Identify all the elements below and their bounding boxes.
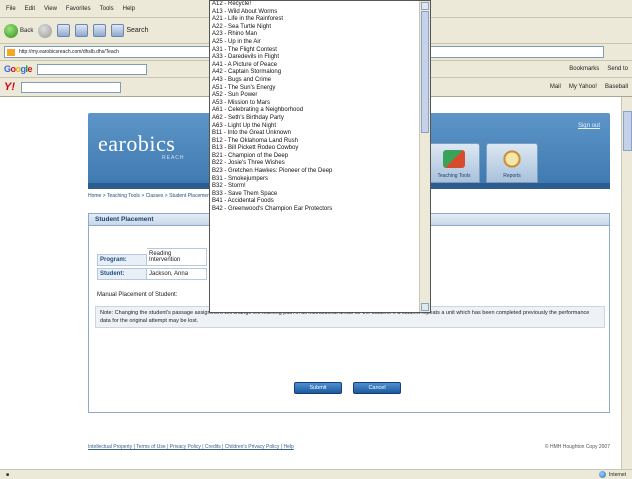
sign-out-link[interactable]: Sign out [578, 123, 600, 129]
dropdown-option[interactable]: A31 - The Flight Contest [210, 47, 421, 55]
back-button[interactable]: Back [4, 23, 34, 38]
logo-subtitle: REACH [162, 155, 185, 161]
dropdown-option[interactable]: B32 - Storm! [210, 183, 421, 191]
stop-icon[interactable] [57, 24, 71, 37]
bookmarks-button[interactable]: Bookmarks [569, 66, 599, 72]
forward-button[interactable] [38, 23, 53, 38]
footer-links[interactable]: Intellectual Property | Terms of Use | P… [88, 444, 294, 450]
status-zone: Internet [599, 471, 626, 478]
tab-teaching-tools-label: Teaching Tools [437, 173, 471, 179]
menu-file[interactable]: File [6, 6, 16, 12]
program-label: Program: [97, 254, 147, 266]
dropdown-option[interactable]: A52 - Sun Power [210, 92, 421, 100]
dropdown-option[interactable]: B12 - The Oklahoma Land Rush [210, 138, 421, 146]
tab-teaching-tools[interactable]: Teaching Tools [428, 143, 480, 183]
refresh-icon[interactable] [75, 24, 89, 37]
menu-tools[interactable]: Tools [100, 6, 114, 12]
back-label: Back [20, 27, 34, 34]
baseball-button[interactable]: Baseball [605, 84, 628, 90]
yahoo-logo: Y! [4, 81, 15, 93]
google-search-input[interactable] [37, 63, 148, 75]
student-value: Jackson, Anna [147, 268, 207, 280]
dropdown-option[interactable]: A42 - Captain Stormalong [210, 69, 421, 77]
dropdown-scrollbar-thumb[interactable] [421, 11, 429, 133]
dropdown-option[interactable]: A53 - Mission to Mars [210, 100, 421, 108]
home-icon[interactable] [93, 24, 107, 37]
scroll-down-icon[interactable] [421, 303, 429, 311]
dropdown-option[interactable]: A63 - Light Up the Night [210, 123, 421, 131]
my-yahoo-button[interactable]: My Yahoo! [569, 84, 597, 90]
tab-reports[interactable]: Reports [486, 143, 538, 183]
dropdown-option[interactable]: A33 - Daredevils in Flight [210, 54, 421, 62]
page-scrollbar-thumb[interactable] [623, 111, 632, 151]
search-button[interactable]: Search [111, 24, 149, 37]
send-to-button[interactable]: Send to [607, 66, 628, 72]
submit-button[interactable]: Submit [294, 382, 342, 394]
status-bar: ■ Internet [0, 469, 632, 479]
scroll-up-icon[interactable] [421, 2, 429, 10]
yahoo-search-input[interactable] [21, 81, 121, 93]
copyright-text: © HMH Houghton Copy 2007 [544, 444, 610, 450]
status-zone-label: Internet [609, 471, 626, 478]
dropdown-options: A12 - Recycle! A13 - Wild About Worms A21 … [210, 1, 421, 214]
dropdown-option[interactable]: B21 - Champion of the Deep [210, 153, 421, 161]
status-page-icon: ■ [6, 471, 10, 478]
dropdown-option[interactable]: B33 - Save Them Space [210, 191, 421, 199]
search-label: Search [126, 27, 149, 34]
dropdown-option[interactable]: B22 - Josie's Three Wishes [210, 160, 421, 168]
dropdown-option[interactable]: A25 - Up in the Air [210, 39, 421, 47]
back-arrow-icon [4, 23, 18, 38]
dropdown-option[interactable]: A13 - Wild About Worms [210, 9, 421, 17]
dropdown-option[interactable]: A61 - Celebrating a Neighborhood [210, 107, 421, 115]
program-value: Reading Intervention [147, 248, 207, 266]
dropdown-option[interactable]: A62 - Seth's Birthday Party [210, 115, 421, 123]
earobics-logo: earobics [98, 131, 176, 156]
search-icon [111, 24, 125, 37]
tab-reports-label: Reports [503, 173, 521, 179]
unit-select-dropdown[interactable]: A12 - Recycle! A13 - Wild About Worms A21 … [209, 0, 431, 313]
manual-placement-label: Manual Placement of Student: [97, 292, 178, 298]
dropdown-option[interactable]: B13 - Bill Pickett Rodeo Cowboy [210, 145, 421, 153]
teaching-tools-icon [443, 150, 465, 168]
student-row: Student: Jackson, Anna [97, 268, 207, 280]
dropdown-option[interactable]: B11 - Into the Great Unknown [210, 130, 421, 138]
internet-globe-icon [599, 471, 607, 478]
google-logo: Google [4, 64, 33, 74]
dropdown-option[interactable]: B23 - Gretchen Hawkes: Pioneer of the De… [210, 168, 421, 176]
dropdown-option[interactable]: A41 - A Picture of Peace [210, 62, 421, 70]
dropdown-option[interactable]: B31 - Smokejumpers [210, 176, 421, 184]
dropdown-option[interactable]: A23 - Rhino Man [210, 31, 421, 39]
program-row: Program:Reading Intervention [97, 248, 207, 266]
student-label: Student: [97, 268, 147, 280]
reports-icon [501, 150, 523, 168]
address-text: http://my.earobicsreach.com/dhslb.dhs/Te… [19, 49, 119, 55]
menu-help[interactable]: Help [123, 6, 135, 12]
dropdown-option[interactable]: A51 - The Sun's Energy [210, 85, 421, 93]
mail-button[interactable]: Mail [550, 84, 561, 90]
dropdown-scrollbar[interactable] [419, 1, 430, 312]
page-scrollbar[interactable] [621, 97, 632, 469]
menu-edit[interactable]: Edit [25, 6, 35, 12]
page-favicon-icon [7, 49, 15, 56]
dropdown-option[interactable]: A22 - Sea Turtle Night [210, 24, 421, 32]
dropdown-option[interactable]: B41 - Accidental Foods [210, 198, 421, 206]
dropdown-option[interactable]: B42 - Greenwood's Champion Ear Protector… [210, 206, 421, 214]
cancel-button[interactable]: Cancel [353, 382, 401, 394]
menu-favorites[interactable]: Favorites [66, 6, 91, 12]
dropdown-option[interactable]: A12 - Recycle! [210, 1, 421, 9]
dropdown-option[interactable]: A43 - Bugs and Crime [210, 77, 421, 85]
dropdown-option[interactable]: A21 - Life in the Rainforest [210, 16, 421, 24]
menu-view[interactable]: View [44, 6, 57, 12]
